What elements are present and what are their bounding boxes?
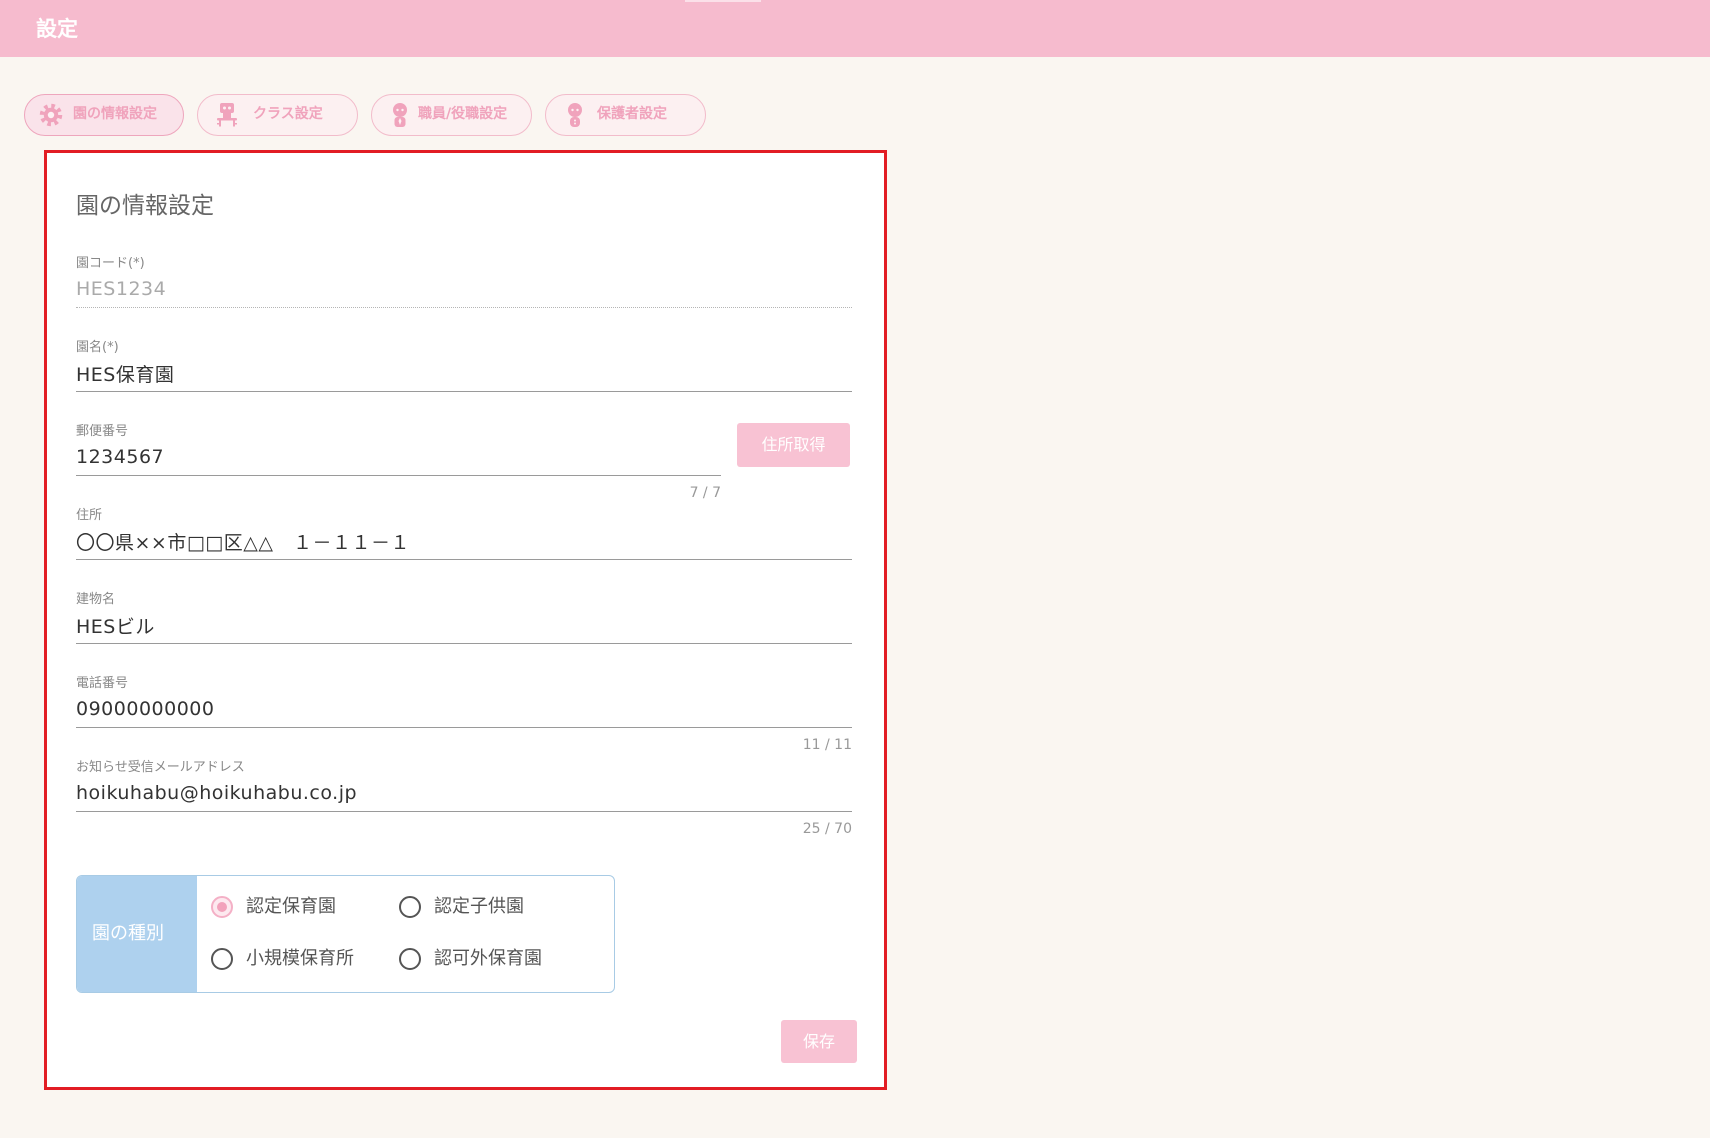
radio-button[interactable] <box>211 948 233 970</box>
radio-option[interactable]: 認定保育園 <box>211 892 336 922</box>
radio-button[interactable] <box>399 896 421 918</box>
address-input[interactable] <box>76 528 852 560</box>
header-tab-indicator <box>685 0 761 2</box>
facility-name-label: 園名(*) <box>76 340 119 355</box>
gear-icon <box>38 102 64 128</box>
email-char-counter: 25 / 70 <box>802 821 852 837</box>
field-address: 住所 <box>76 508 852 560</box>
field-phone: 電話番号 11 / 11 <box>76 676 852 753</box>
tab-class-settings-label: クラス設定 <box>253 106 323 122</box>
address-lookup-button[interactable]: 住所取得 <box>737 423 850 467</box>
phone-char-counter: 11 / 11 <box>802 737 852 753</box>
address-label: 住所 <box>76 508 103 523</box>
tab-class-settings[interactable]: クラス設定 <box>197 94 358 136</box>
field-email: お知らせ受信メールアドレス 25 / 70 <box>76 760 852 837</box>
facility-type-group: 園の種別 認定保育園 認定子供園 小規模保育所 認可外保育園 <box>76 875 615 993</box>
guardian-icon <box>562 102 588 128</box>
field-facility-code: 園コード(*) <box>76 256 852 308</box>
radio-label: 認定子供園 <box>434 896 524 917</box>
building-label: 建物名 <box>76 592 116 607</box>
radio-option[interactable]: 小規模保育所 <box>211 944 354 974</box>
postal-code-label: 郵便番号 <box>76 424 129 439</box>
phone-label: 電話番号 <box>76 676 129 691</box>
classroom-icon <box>214 102 240 128</box>
building-input[interactable] <box>76 612 852 644</box>
email-label: お知らせ受信メールアドレス <box>76 760 245 775</box>
postal-code-input[interactable] <box>76 444 721 476</box>
radio-button[interactable] <box>211 896 233 918</box>
app-header: 設定 <box>0 0 1710 57</box>
tab-staff-settings-label: 職員/役職設定 <box>418 106 508 122</box>
radio-label: 認可外保育園 <box>434 948 542 969</box>
phone-input[interactable] <box>76 696 852 728</box>
facility-code-label: 園コード(*) <box>76 256 145 271</box>
tab-facility-info[interactable]: 園の情報設定 <box>24 94 184 136</box>
facility-name-input[interactable] <box>76 360 852 392</box>
save-button[interactable]: 保存 <box>781 1020 857 1063</box>
staff-icon <box>387 102 413 128</box>
radio-button[interactable] <box>399 948 421 970</box>
field-building: 建物名 <box>76 592 852 644</box>
facility-type-label: 園の種別 <box>77 876 197 992</box>
field-facility-name: 園名(*) <box>76 340 852 392</box>
tab-guardian-settings-label: 保護者設定 <box>597 106 667 122</box>
email-input[interactable] <box>76 780 852 812</box>
page-title: 設定 <box>36 17 78 41</box>
radio-option[interactable]: 認可外保育園 <box>399 944 542 974</box>
facility-info-card: 園の情報設定 園コード(*) 園名(*) 郵便番号 7 / 7 住所取得 住所 … <box>44 150 887 1090</box>
radio-label: 小規模保育所 <box>246 948 354 969</box>
tab-staff-settings[interactable]: 職員/役職設定 <box>371 94 532 136</box>
card-title: 園の情報設定 <box>76 193 214 219</box>
facility-code-input <box>76 276 852 308</box>
tab-facility-info-label: 園の情報設定 <box>73 106 157 122</box>
radio-option[interactable]: 認定子供園 <box>399 892 524 922</box>
tab-guardian-settings[interactable]: 保護者設定 <box>545 94 706 136</box>
radio-label: 認定保育園 <box>246 896 336 917</box>
postal-char-counter: 7 / 7 <box>689 485 721 501</box>
field-postal-code: 郵便番号 7 / 7 <box>76 424 721 501</box>
